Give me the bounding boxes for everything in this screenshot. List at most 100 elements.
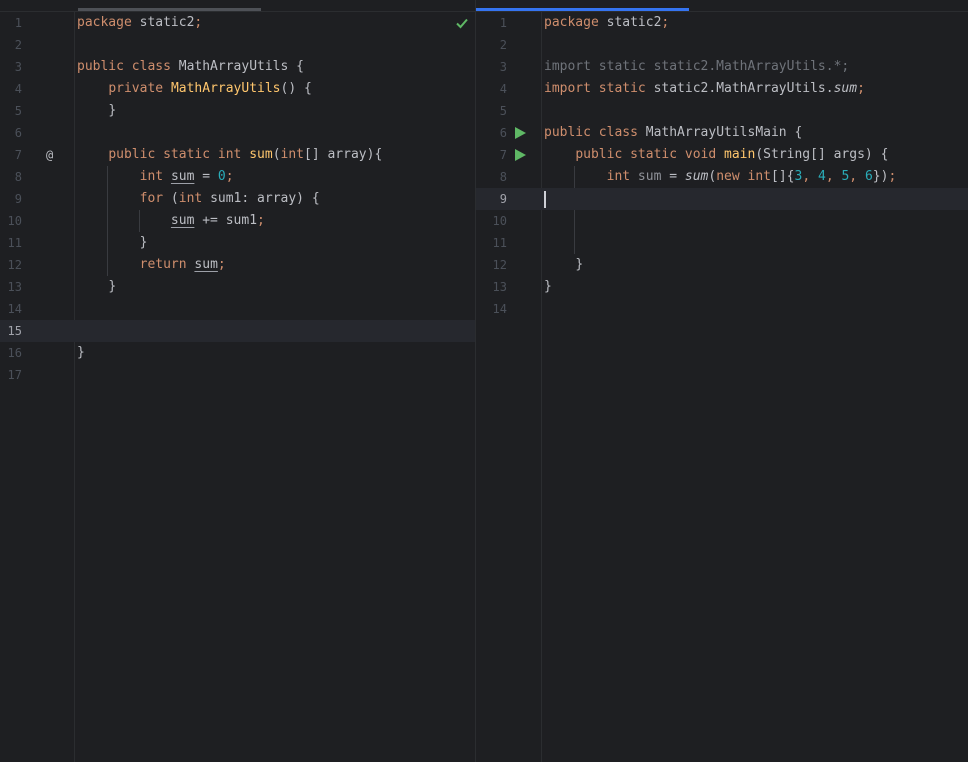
code-token: (String[] args) { — [755, 147, 889, 162]
code-text: } — [544, 276, 552, 298]
code-text: } — [77, 100, 116, 122]
code-text: int sum = 0; — [77, 166, 234, 188]
code-line-11[interactable]: 11 } — [0, 232, 475, 254]
code-token: } — [108, 279, 117, 294]
code-text: sum += sum1; — [77, 210, 265, 232]
code-token: ; — [888, 169, 897, 184]
code-line-16[interactable]: 16 } — [0, 342, 475, 364]
code-line-7[interactable]: 7 @ public static int sum(int[] array){ — [0, 144, 475, 166]
code-line-13[interactable]: 13 } — [476, 276, 968, 298]
code-text: import static static2.MathArrayUtils.sum… — [544, 78, 865, 100]
code-line-3[interactable]: 3 public class MathArrayUtils { — [0, 56, 475, 78]
code-text: } — [77, 342, 85, 364]
unused-import-text: import static static2.MathArrayUtils.*; — [544, 59, 850, 74]
code-line-10[interactable]: 10 sum += sum1; — [0, 210, 475, 232]
code-line-1[interactable]: 1 package static2; — [0, 12, 475, 34]
code-line-2[interactable]: 2 — [476, 34, 968, 56]
code-token: , — [849, 169, 865, 184]
code-token: sum — [684, 169, 709, 184]
code-line-5[interactable]: 5 } — [0, 100, 475, 122]
line-number: 11 — [492, 236, 507, 250]
left-editor-pane[interactable]: 1 package static2; 2 3 public class Math… — [0, 0, 475, 762]
line-number: 5 — [499, 104, 507, 118]
code-token: }) — [872, 169, 889, 184]
line-number: 4 — [14, 82, 22, 96]
line-number: 8 — [14, 170, 22, 184]
run-class-icon[interactable] — [515, 127, 526, 139]
code-token: public class — [77, 59, 171, 74]
code-line-10[interactable]: 10 — [476, 210, 968, 232]
code-line-4[interactable]: 4 import static static2.MathArrayUtils.s… — [476, 78, 968, 100]
line-number: 1 — [499, 16, 507, 30]
code-token: sum — [170, 169, 195, 184]
code-line-9[interactable]: 9 for (int sum1: array) { — [0, 188, 475, 210]
code-line-1[interactable]: 1 package static2; — [476, 12, 968, 34]
code-line-12[interactable]: 12 } — [476, 254, 968, 276]
line-number: 6 — [14, 126, 22, 140]
code-line-14[interactable]: 14 — [0, 298, 475, 320]
code-token: sum — [170, 213, 195, 228]
code-token: int — [606, 169, 631, 184]
code-token: } — [544, 279, 552, 294]
run-main-icon[interactable] — [515, 149, 526, 161]
code-line-14[interactable]: 14 — [476, 298, 968, 320]
code-line-5[interactable]: 5 — [476, 100, 968, 122]
code-line-17[interactable]: 17 — [0, 364, 475, 386]
code-token: public class — [544, 125, 638, 140]
code-line-12[interactable]: 12 return sum; — [0, 254, 475, 276]
implementation-marker-icon[interactable]: @ — [46, 144, 53, 166]
code-token: package — [77, 15, 132, 30]
line-number: 11 — [7, 236, 22, 250]
right-editor-pane[interactable]: 1 package static2; 2 3 import static sta… — [476, 0, 968, 762]
code-token: static2 — [131, 15, 195, 30]
code-token: public static void — [575, 147, 725, 162]
code-line-3[interactable]: 3 import static static2.MathArrayUtils.*… — [476, 56, 968, 78]
code-line-13[interactable]: 13 } — [0, 276, 475, 298]
code-text: } — [544, 254, 583, 276]
code-line-6[interactable]: 6 public class MathArrayUtilsMain { — [476, 122, 968, 144]
code-line-2[interactable]: 2 — [0, 34, 475, 56]
code-token: main — [724, 147, 756, 162]
code-line-6[interactable]: 6 — [0, 122, 475, 144]
code-token: } — [139, 235, 148, 250]
code-token: private — [108, 81, 164, 96]
line-number: 2 — [499, 38, 507, 52]
code-token: += sum1 — [194, 213, 258, 228]
code-text: public static void main(String[] args) { — [544, 144, 888, 166]
code-line-8[interactable]: 8 int sum = sum(new int[]{3, 4, 5, 6}); — [476, 166, 968, 188]
code-token: sum — [833, 81, 858, 96]
code-token: int — [139, 169, 164, 184]
code-token: []{ — [771, 169, 795, 184]
code-line-8[interactable]: 8 int sum = 0; — [0, 166, 475, 188]
code-text: public class MathArrayUtilsMain { — [544, 122, 802, 144]
code-token: } — [77, 345, 85, 360]
code-text: public class MathArrayUtils { — [77, 56, 304, 78]
code-line-7[interactable]: 7 public static void main(String[] args)… — [476, 144, 968, 166]
line-number: 12 — [7, 258, 22, 272]
line-number: 2 — [14, 38, 22, 52]
code-token: import static — [544, 81, 646, 96]
code-token: ; — [257, 213, 265, 228]
code-line-15-current[interactable]: 15 — [0, 320, 475, 342]
code-token: () { — [280, 81, 312, 96]
line-number: 4 — [499, 82, 507, 96]
line-number: 12 — [492, 258, 507, 272]
line-number: 14 — [7, 302, 22, 316]
code-line-9-current[interactable]: 9 — [476, 188, 968, 210]
code-text: package static2; — [77, 12, 202, 34]
code-text: private MathArrayUtils() { — [77, 78, 312, 100]
code-token: MathArrayUtils { — [170, 59, 304, 74]
code-text: public static int sum(int[] array){ — [77, 144, 382, 166]
code-token: package — [544, 15, 599, 30]
code-line-11[interactable]: 11 — [476, 232, 968, 254]
code-line-4[interactable]: 4 private MathArrayUtils() { — [0, 78, 475, 100]
code-token: for — [139, 191, 164, 206]
line-number: 10 — [492, 214, 507, 228]
code-text: for (int sum1: array) { — [77, 188, 320, 210]
line-number: 8 — [499, 170, 507, 184]
code-text: } — [77, 276, 116, 298]
line-number: 1 — [14, 16, 22, 30]
code-token: 6 — [864, 169, 873, 184]
line-number: 7 — [14, 148, 22, 162]
line-number: 10 — [7, 214, 22, 228]
